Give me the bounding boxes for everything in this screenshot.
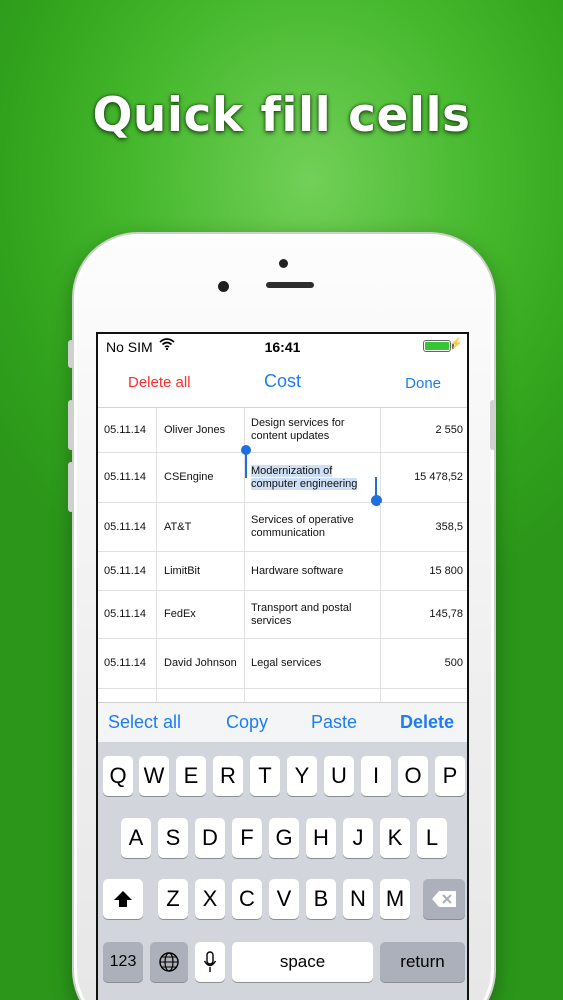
edit-toolbar: Select all Copy Paste Delete	[98, 702, 467, 742]
key-q[interactable]: Q	[103, 756, 133, 796]
key-s[interactable]: S	[158, 818, 188, 858]
key-v[interactable]: V	[269, 879, 299, 919]
text-selection[interactable]: Modernization of computer engineering	[241, 444, 382, 506]
headline: Quick fill cells	[92, 88, 471, 143]
volume-down-button	[68, 462, 74, 512]
return-key[interactable]: return	[380, 942, 465, 982]
name-cell[interactable]: LimitBit	[157, 552, 245, 590]
numbers-key[interactable]: 123	[103, 942, 143, 982]
table-row[interactable]: 05.11.14 CSEngine Modernization of compu…	[98, 444, 467, 506]
description-cell[interactable]: Design services for content updates	[245, 408, 381, 452]
paste-button[interactable]: Paste	[311, 712, 357, 733]
amount-cell[interactable]: 2 550	[381, 408, 467, 452]
name-cell[interactable]: FedEx	[157, 591, 245, 638]
key-b[interactable]: B	[306, 879, 336, 919]
date-cell[interactable]: 05.11.14	[98, 591, 157, 638]
key-p[interactable]: P	[435, 756, 465, 796]
table-row[interactable]: 05.11.14 Oliver Jones Design services fo…	[98, 408, 467, 453]
description-cell[interactable]: Legal services	[245, 639, 381, 688]
name-cell[interactable]: David Johnson	[157, 639, 245, 688]
key-z[interactable]: Z	[158, 879, 188, 919]
date-cell[interactable]: 05.11.14	[98, 552, 157, 590]
date-cell[interactable]: 05.11.14	[98, 639, 157, 688]
key-n[interactable]: N	[343, 879, 373, 919]
status-bar: No SIM 16:41 ⚡	[98, 334, 467, 358]
table-row[interactable]: 05.11.14 David Johnson Legal services 50…	[98, 639, 467, 689]
shift-key[interactable]	[103, 879, 143, 919]
key-c[interactable]: C	[232, 879, 262, 919]
key-h[interactable]: H	[306, 818, 336, 858]
status-time: 16:41	[264, 339, 301, 355]
backspace-icon	[432, 891, 456, 907]
volume-up-button	[68, 400, 74, 450]
space-key[interactable]: space	[232, 942, 373, 982]
date-cell[interactable]: 05.11.14	[98, 453, 157, 502]
table-row[interactable]: 05.11.14 FedEx Transport and postal serv…	[98, 591, 467, 639]
battery-icon	[423, 340, 454, 352]
description-cell[interactable]: Hardware software	[245, 552, 381, 590]
date-cell[interactable]: 05.11.14	[98, 503, 157, 551]
key-g[interactable]: G	[269, 818, 299, 858]
cost-table: 05.11.14 Oliver Jones Design services fo…	[98, 408, 467, 709]
description-cell[interactable]: Transport and postal services	[245, 591, 381, 638]
selection-end-handle[interactable]	[371, 476, 382, 506]
key-u[interactable]: U	[324, 756, 354, 796]
mute-switch	[68, 340, 74, 368]
key-k[interactable]: K	[380, 818, 410, 858]
selection-start-handle[interactable]	[241, 444, 251, 478]
front-camera	[218, 281, 229, 292]
description-cell-selected[interactable]: Modernization of computer engineering	[241, 444, 382, 506]
phone-screen: No SIM 16:41 ⚡ Delete all Cost Done 05.1…	[96, 332, 469, 1000]
table-row[interactable]: 05.11.14 LimitBit Hardware software 15 8…	[98, 552, 467, 591]
description-cell[interactable]: Services of operative communication	[245, 503, 381, 551]
earpiece-speaker	[266, 282, 314, 288]
key-x[interactable]: X	[195, 879, 225, 919]
delete-button[interactable]: Delete	[400, 712, 454, 733]
amount-cell[interactable]: 358,5	[381, 503, 467, 551]
navigation-bar: Delete all Cost Done	[98, 358, 467, 408]
key-i[interactable]: I	[361, 756, 391, 796]
key-r[interactable]: R	[213, 756, 243, 796]
backspace-key[interactable]	[423, 879, 465, 919]
selected-text: Modernization of computer engineering	[251, 464, 358, 490]
name-cell[interactable]: Oliver Jones	[157, 408, 245, 452]
key-j[interactable]: J	[343, 818, 373, 858]
shift-arrow-icon	[114, 891, 132, 907]
name-cell[interactable]: CSEngine	[157, 453, 245, 502]
keyboard: Q W E R T Y U I O P A S D F G H J K L Z …	[98, 742, 467, 1000]
select-all-button[interactable]: Select all	[108, 712, 181, 733]
table-row[interactable]: 05.11.14 AT&T Services of operative comm…	[98, 503, 467, 552]
amount-cell[interactable]: 145,78	[381, 591, 467, 638]
key-a[interactable]: A	[121, 818, 151, 858]
key-w[interactable]: W	[139, 756, 169, 796]
amount-cell[interactable]: 500	[381, 639, 467, 688]
key-t[interactable]: T	[250, 756, 280, 796]
key-o[interactable]: O	[398, 756, 428, 796]
name-cell[interactable]: AT&T	[157, 503, 245, 551]
done-button[interactable]: Done	[405, 375, 441, 392]
amount-cell[interactable]: 15 478,52	[381, 453, 467, 502]
globe-icon	[159, 952, 179, 972]
key-e[interactable]: E	[176, 756, 206, 796]
key-d[interactable]: D	[195, 818, 225, 858]
microphone-icon	[203, 951, 217, 972]
globe-key[interactable]	[150, 942, 188, 982]
date-cell[interactable]: 05.11.14	[98, 408, 157, 452]
key-f[interactable]: F	[232, 818, 262, 858]
amount-cell[interactable]: 15 800	[381, 552, 467, 590]
key-y[interactable]: Y	[287, 756, 317, 796]
microphone-key[interactable]	[195, 942, 225, 982]
copy-button[interactable]: Copy	[226, 712, 268, 733]
key-l[interactable]: L	[417, 818, 447, 858]
charging-bolt-icon: ⚡	[449, 338, 463, 350]
proximity-sensor	[279, 259, 288, 268]
power-button	[490, 400, 496, 450]
key-m[interactable]: M	[380, 879, 410, 919]
